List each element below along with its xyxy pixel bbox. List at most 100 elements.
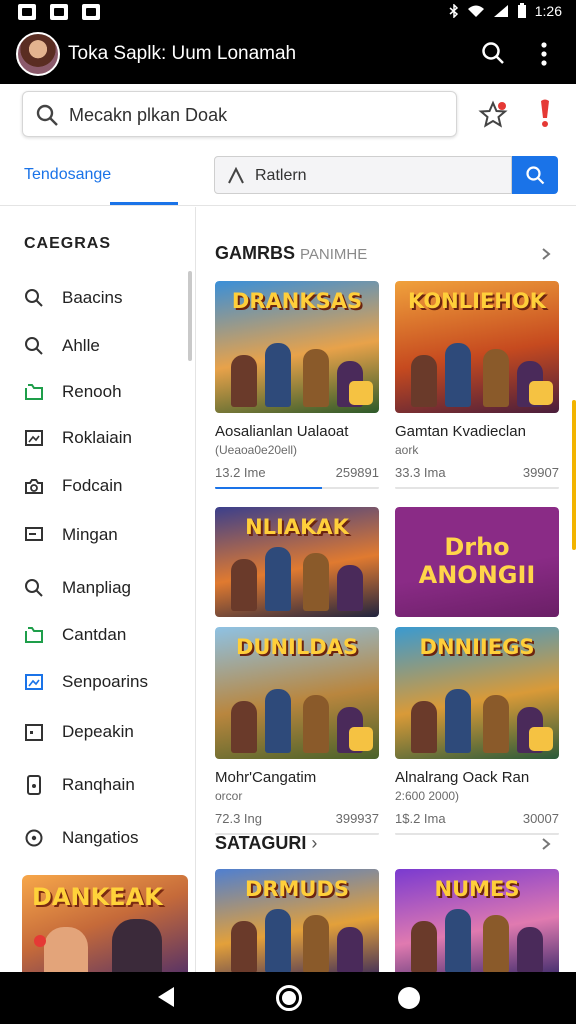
sidebar-item[interactable]: Fodcain [24, 471, 184, 501]
scroll-indicator[interactable] [572, 400, 576, 550]
game-art-title: DRMUDS [244, 877, 350, 901]
character-figure [445, 689, 471, 753]
character-figure [303, 695, 329, 753]
game-art-title: DNNIIEGS [419, 635, 535, 659]
sidebar-item[interactable]: Manpliag [24, 573, 184, 603]
game-characters [225, 541, 369, 611]
game-download-count: 259891 [335, 465, 379, 480]
game-stats: 13.2 Ime 259891 [215, 465, 379, 480]
battery-icon [517, 3, 526, 18]
monitor-icon [25, 527, 43, 541]
character-figure [483, 349, 509, 407]
sidebar-item[interactable]: Renooh [24, 377, 184, 407]
section-title-category[interactable]: SATAGURI › [215, 833, 317, 854]
game-download-count: 30007 [522, 811, 559, 826]
game-characters [405, 683, 549, 753]
sidebar-item[interactable]: Roklaiain [24, 423, 184, 453]
sidebar-item[interactable]: Ahlle [24, 331, 184, 361]
signal-icon [493, 5, 508, 17]
section-subtitle: PANIMHE [300, 246, 368, 263]
image-icon [25, 674, 43, 690]
back-icon[interactable] [156, 986, 176, 1008]
character-figure [483, 695, 509, 753]
section-title-games[interactable]: GAMRBS PANIMHE [215, 243, 367, 264]
filter-text: Ratlern [255, 167, 307, 184]
character-figure [483, 915, 509, 972]
game-art-title: Drho ANONGII [418, 533, 536, 589]
home-icon[interactable] [276, 985, 302, 1011]
sidebar-item-label: Ranqhain [62, 775, 135, 794]
system-nav-bar [0, 972, 576, 1024]
recents-icon[interactable] [398, 987, 420, 1009]
game-title: Gamtan Kvadieclan [395, 423, 526, 440]
section-title-text: GAMRBS [215, 243, 295, 263]
filter-input[interactable]: Ratlern [214, 156, 512, 194]
avatar[interactable] [16, 32, 60, 76]
character-figure [303, 553, 329, 611]
sidebar-item[interactable]: Depeakin [24, 717, 184, 747]
game-art-title: DRANKSAS [231, 289, 363, 313]
sidebar-item[interactable]: Nangatios [24, 823, 184, 853]
game-tile[interactable]: DUNILDAS Mohr'Cangatim orcor 72.3 Ing 399937 [215, 627, 379, 837]
game-tile[interactable]: KONLIEHOK Gamtan Kvadieclan aork 33.3 Ima 39… [395, 281, 559, 491]
game-meta: (Ueaoa0e20ell) [215, 443, 298, 457]
game-art-title: NUMES [434, 877, 520, 901]
search-input[interactable]: Mecakn plkan Doak [22, 91, 457, 137]
tab-trending[interactable]: Tendosange [24, 166, 111, 184]
game-tile[interactable]: DRANKSAS Aosalianlan Ualaoat (Ueaoa0e20ell… [215, 281, 379, 491]
notification-icon [50, 4, 68, 20]
sidebar-item-label: Senpoarins [62, 672, 149, 691]
character-figure [265, 689, 291, 753]
app-badge-icon [529, 727, 553, 751]
chevron-right-icon[interactable] [539, 837, 553, 851]
sidebar-item-label: Mingan [62, 525, 118, 544]
game-tile[interactable]: NLIAKAK [215, 507, 379, 623]
status-bar: 1:26 [0, 0, 576, 26]
divider [395, 833, 559, 835]
character-figure [265, 547, 291, 611]
more-vert-icon[interactable] [532, 40, 556, 68]
search-icon [25, 579, 43, 597]
game-download-count: 399937 [335, 811, 379, 826]
search-icon[interactable] [480, 40, 506, 66]
character-figure [337, 927, 363, 972]
star-icon[interactable] [478, 100, 508, 130]
sidebar-scrollbar[interactable] [188, 271, 192, 361]
camera-icon [25, 479, 43, 494]
character-figure [303, 349, 329, 407]
game-title: Aosalianlan Ualaoat [215, 423, 349, 440]
game-size: 13.2 Ime [215, 465, 266, 480]
section-title-text: SATAGURI [215, 833, 307, 853]
notification-icon [82, 4, 100, 20]
sidebar-item[interactable]: Baacins [24, 283, 184, 313]
game-tile[interactable]: NUMES [395, 869, 559, 972]
game-title: Alnalrang Oack Ran [395, 769, 530, 786]
chevron-right-icon[interactable] [539, 247, 553, 261]
chevron-inline-icon: › [311, 833, 318, 853]
character-figure [445, 343, 471, 407]
game-artwork: NUMES [395, 869, 559, 972]
game-art-title: KONLIEHOK [408, 289, 546, 313]
game-characters [225, 903, 369, 972]
game-tile[interactable]: DRMUDS [215, 869, 379, 972]
character-figure [303, 915, 329, 972]
sidebar-item[interactable]: Senpoarins [24, 667, 184, 697]
notification-icon [18, 4, 36, 20]
filter-search-button[interactable] [512, 156, 558, 194]
sidebar-item[interactable]: Ranqhain [24, 770, 184, 800]
game-artwork: DRANKSAS [215, 281, 379, 413]
game-artwork: KONLIEHOK [395, 281, 559, 413]
sidebar-item[interactable]: Mingan [24, 520, 184, 550]
divider [395, 487, 559, 489]
alert-icon[interactable] [534, 98, 556, 130]
promo-banner[interactable]: DANKEAK [22, 875, 188, 972]
tab-row: Tendosange Ratlern [0, 146, 576, 206]
search-row: Mecakn plkan Doak [0, 84, 576, 146]
sidebar-item-label: Ahlle [62, 336, 100, 355]
game-meta: orcor [215, 789, 243, 803]
sidebar-item[interactable]: Cantdan [24, 620, 184, 650]
game-tile[interactable]: DNNIIEGS Alnalrang Oack Ran 2:600 2000) 1$.… [395, 627, 559, 837]
bluetooth-icon [449, 4, 458, 18]
game-artwork: DUNILDAS [215, 627, 379, 759]
game-tile[interactable]: Drho ANONGII [395, 507, 559, 623]
